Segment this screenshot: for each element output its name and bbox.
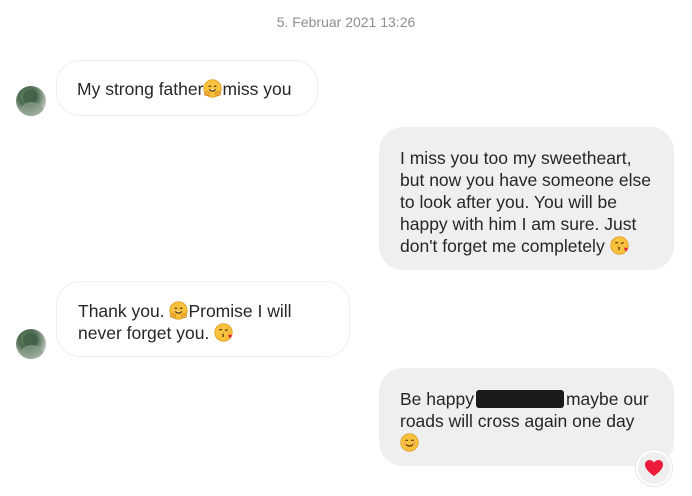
kissing-face-emoji: [214, 323, 233, 342]
outgoing-message-bubble[interactable]: I miss you too my sweetheart, but now yo…: [379, 127, 674, 270]
message-text: My strong father: [77, 79, 204, 99]
heart-reaction[interactable]: [636, 450, 672, 486]
hugging-face-emoji: [203, 79, 223, 98]
smiling-face-emoji: [400, 433, 419, 452]
redacted-name: [475, 390, 564, 408]
kissing-face-emoji: [609, 236, 629, 255]
outgoing-message-bubble[interactable]: Be happy maybe our roads will cross again…: [379, 368, 674, 466]
contact-avatar[interactable]: [16, 329, 46, 359]
hugging-face-emoji: [169, 301, 189, 320]
message-timestamp: 5. Februar 2021 13:26: [276, 14, 416, 30]
incoming-message-bubble[interactable]: Thank you. Promise I will never forget y…: [56, 281, 350, 357]
contact-avatar[interactable]: [16, 86, 46, 116]
heart-icon: [645, 460, 663, 476]
message-text: Be happy: [400, 389, 474, 409]
message-text: Thank you.: [78, 301, 165, 321]
chat-thread: 5. Februar 2021 13:26 My strong father m…: [0, 0, 692, 496]
incoming-message-bubble[interactable]: My strong father miss you: [56, 60, 318, 116]
message-text: miss you: [222, 79, 292, 99]
